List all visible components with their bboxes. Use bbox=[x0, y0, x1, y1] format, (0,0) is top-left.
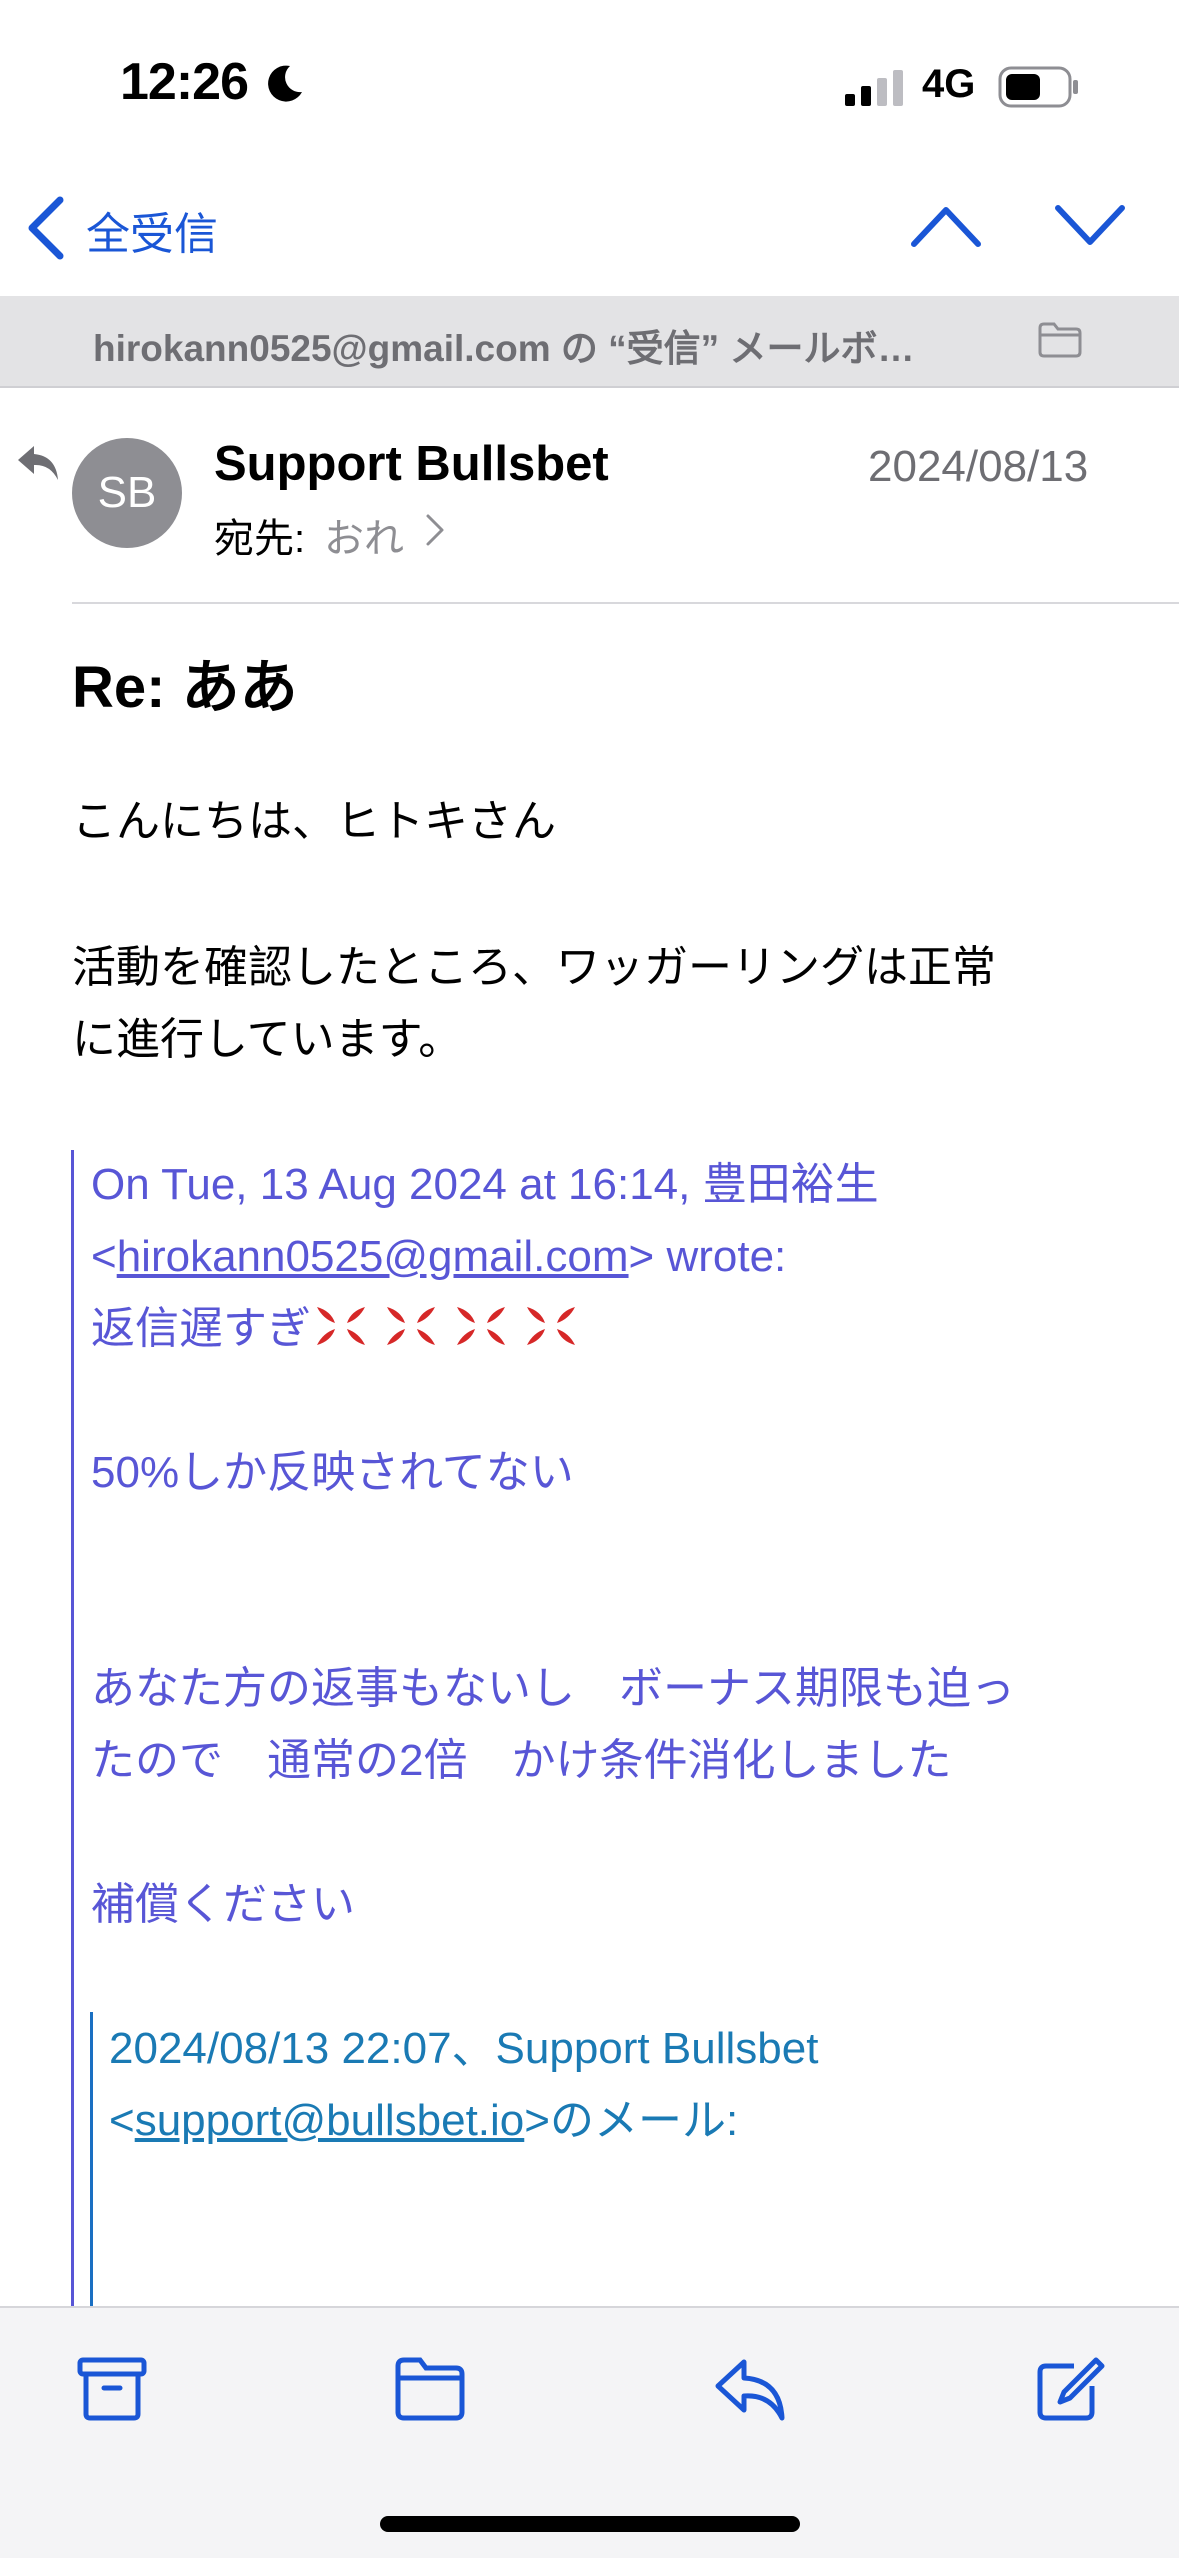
recipient-label: 宛先: bbox=[214, 517, 306, 561]
folder-icon[interactable] bbox=[1036, 320, 1084, 360]
quote-bar-level-1 bbox=[71, 1150, 74, 2306]
chevron-up-icon[interactable] bbox=[908, 200, 984, 250]
nested-quote-email-link[interactable]: support@bullsbet.io bbox=[135, 2096, 525, 2145]
quote-line-50: 50%しか反映されてない bbox=[91, 1448, 574, 1497]
avatar[interactable]: SB bbox=[72, 438, 182, 548]
nested-quote-email-line: <support@bullsbet.io>のメール: bbox=[109, 2085, 738, 2157]
moon-icon bbox=[268, 65, 302, 102]
anger-symbol-icon bbox=[317, 1307, 365, 1345]
header-divider bbox=[72, 602, 1179, 604]
recipient-name[interactable]: おれ bbox=[324, 506, 404, 564]
chevron-down-icon[interactable] bbox=[1052, 200, 1128, 250]
chevron-right-icon[interactable] bbox=[424, 512, 446, 548]
quote-email-close: > wrote: bbox=[628, 1232, 787, 1281]
chevron-left-icon[interactable] bbox=[24, 196, 68, 260]
quote-email-line: <hirokann0525@gmail.com> wrote: bbox=[91, 1221, 786, 1293]
nested-quote-header: 2024/08/13 22:07、Support Bullsbet bbox=[109, 2024, 819, 2073]
archive-icon[interactable] bbox=[76, 2356, 148, 2422]
mailbox-title: hirokann0525@gmail.com の “受信” メールボ… bbox=[93, 328, 915, 369]
email-date: 2024/08/13 bbox=[868, 442, 1089, 491]
anger-symbol-icon bbox=[387, 1307, 435, 1345]
home-indicator[interactable] bbox=[380, 2516, 800, 2532]
battery-icon bbox=[998, 66, 1078, 108]
nested-quote-email-open: < bbox=[109, 2096, 135, 2145]
body-line-1: 活動を確認したところ、ワッガーリングは正常 bbox=[72, 943, 996, 992]
reply-indicator-icon bbox=[18, 446, 58, 480]
status-time: 12:26 bbox=[120, 53, 249, 111]
nested-quote-email-close: >のメール: bbox=[524, 2096, 739, 2145]
greeting-text: こんにちは、ヒトキさん bbox=[72, 797, 556, 846]
anger-symbol-icon bbox=[457, 1307, 505, 1345]
quote-header: On Tue, 13 Aug 2024 at 16:14, 豊田裕生 bbox=[91, 1160, 879, 1209]
quote-late-text: 返信遅すぎ bbox=[91, 1304, 311, 1353]
reply-icon[interactable] bbox=[714, 2356, 786, 2422]
quote-bar-level-2 bbox=[90, 2012, 93, 2306]
quote-line-b: たので 通常の2倍 かけ条件消化しました bbox=[91, 1736, 952, 1785]
anger-symbol-icon bbox=[527, 1307, 575, 1345]
body-line-2: に進行しています。 bbox=[72, 1015, 463, 1064]
move-folder-icon[interactable] bbox=[394, 2356, 466, 2422]
quote-email-link[interactable]: hirokann0525@gmail.com bbox=[117, 1232, 629, 1281]
back-button-label[interactable]: 全受信 bbox=[86, 198, 218, 262]
sender-name[interactable]: Support Bullsbet bbox=[214, 436, 609, 492]
quote-line-a: あなた方の返事もないし ボーナス期限も迫っ bbox=[91, 1664, 1015, 1713]
quote-line-compensation: 補償ください bbox=[91, 1880, 355, 1929]
signal-icon bbox=[845, 70, 903, 106]
compose-icon[interactable] bbox=[1034, 2356, 1106, 2422]
quote-email-open: < bbox=[91, 1232, 117, 1281]
email-subject: Re: ああ bbox=[72, 655, 298, 720]
quote-line-late: 返信遅すぎ bbox=[91, 1293, 591, 1365]
network-label: 4G bbox=[922, 62, 976, 106]
